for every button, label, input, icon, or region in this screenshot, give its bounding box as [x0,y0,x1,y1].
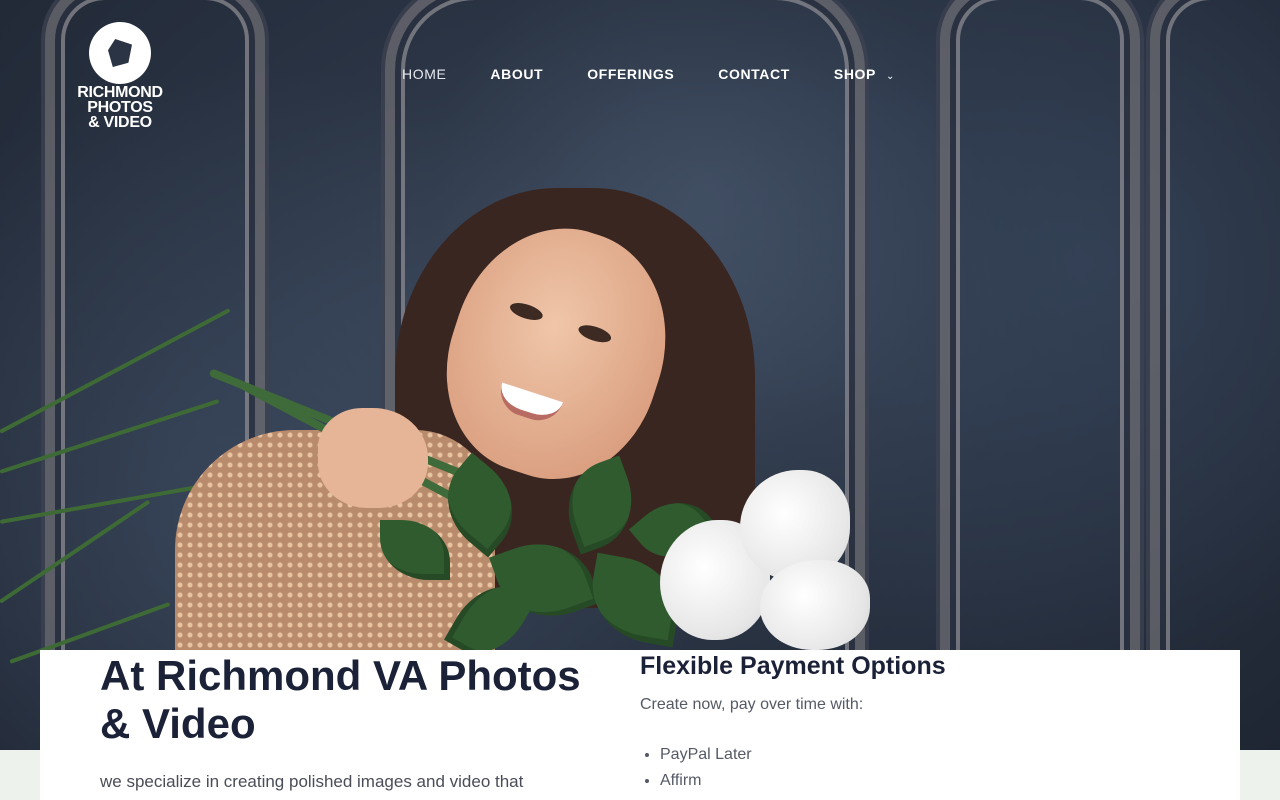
aperture-icon [89,22,151,84]
list-item: PayPal Later [660,742,1200,768]
nav-shop-wrapper[interactable]: SHOP ⌄ [834,66,895,82]
smile [494,382,564,428]
wall-panel-far-right [1150,0,1280,750]
intro-text: we specialize in creating polished image… [100,772,524,791]
model-hand [318,408,428,508]
eye-right [576,321,614,346]
payment-intro: Create now, pay over time with: [640,696,864,713]
payment-column: Flexible Payment Options Create now, pay… [640,650,1200,794]
chevron-down-icon[interactable]: ⌄ [886,71,895,82]
nav-about[interactable]: ABOUT [490,66,543,82]
hero-image [0,0,1280,750]
logo-text: RICHMOND PHOTOS & VIDEO [77,84,163,131]
nav-home[interactable]: HOME [402,66,446,82]
wall-panel-right [940,0,1140,750]
nav-offerings[interactable]: OFFERINGS [587,66,674,82]
payment-options-list: PayPal Later Affirm [640,742,1200,794]
main-nav: HOME ABOUT OFFERINGS CONTACT SHOP ⌄ [402,66,895,82]
payment-title: Flexible Payment Options [640,652,946,680]
content-card: At Richmond VA Photos & Video we special… [40,650,1240,800]
white-flower [760,560,870,650]
list-item: Affirm [660,768,1200,794]
site-logo[interactable]: RICHMOND PHOTOS & VIDEO [68,22,172,132]
eye-left [507,299,545,324]
nav-contact[interactable]: CONTACT [718,66,790,82]
intro-column: At Richmond VA Photos & Video we special… [100,650,600,794]
page-title: At Richmond VA Photos & Video [100,652,581,747]
nav-shop[interactable]: SHOP [834,66,876,82]
